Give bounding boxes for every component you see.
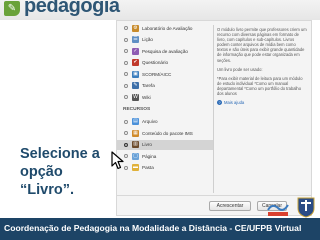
option-label: Questionário — [142, 60, 169, 65]
radio-button[interactable] — [124, 131, 128, 135]
radio-button[interactable] — [124, 95, 128, 99]
logo-text: pedagogia — [24, 0, 120, 17]
slide-header: ✎ pedagogia — [0, 0, 320, 20]
description-paragraph-1: O módulo livro permite que professores c… — [217, 27, 307, 63]
radio-button[interactable] — [124, 49, 128, 53]
option-workshop[interactable]: ⚙ Laboratório de Avaliação — [117, 23, 213, 33]
footer-bar: Coordenação de Pedagogia na Modalidade a… — [0, 218, 320, 240]
pedagogia-logo-icon: ✎ — [4, 1, 20, 16]
option-label: Pasta — [142, 165, 154, 170]
workshop-icon: ⚙ — [132, 24, 139, 32]
radio-button[interactable] — [124, 37, 128, 42]
radio-button[interactable] — [124, 72, 128, 76]
description-paragraph-2: Um livro pode ser usado: — [217, 66, 263, 72]
radio-button[interactable] — [124, 26, 128, 30]
option-page[interactable]: ▢ Página — [117, 151, 213, 161]
option-folder[interactable]: ▬ Pasta — [117, 163, 213, 173]
option-wiki[interactable]: W Wiki — [117, 92, 213, 102]
resources-heading: RECURSOS — [123, 106, 151, 112]
option-label: Página — [142, 153, 157, 159]
option-label: Pesquisa de avaliação — [142, 48, 188, 54]
footer-text: Coordenação de Pedagogia na Modalidade a… — [4, 223, 302, 233]
arrow-pointer-icon — [111, 151, 124, 170]
add-button[interactable]: Acrescentar — [209, 201, 251, 211]
description-paragraph-3: *Para exibir material de leitura para um… — [217, 75, 303, 97]
book-icon: ▥ — [132, 141, 139, 148]
option-label: SCORM/AICC — [142, 71, 172, 77]
lesson-icon: ☰ — [132, 36, 139, 43]
option-label: Conteúdo do pacote IMS — [142, 130, 193, 136]
radio-button[interactable] — [124, 83, 128, 88]
option-label: Tarefa — [142, 83, 155, 88]
radio-button[interactable] — [124, 60, 128, 65]
option-quiz[interactable]: ✔ Questionário — [117, 58, 213, 68]
wiki-icon: W — [132, 93, 139, 101]
option-label: Arquivo — [142, 119, 158, 124]
option-file[interactable]: ▤ Arquivo — [117, 117, 213, 127]
module-description: O módulo livro permite que professores c… — [217, 27, 307, 106]
column-divider — [213, 25, 214, 193]
option-label: Laboratório de Avaliação — [142, 25, 193, 31]
option-label: Lição — [142, 37, 153, 42]
ims-package-icon: ▦ — [132, 129, 139, 137]
radio-button[interactable] — [124, 119, 128, 124]
option-label: Livro — [142, 142, 152, 147]
survey-icon: ✓ — [132, 47, 139, 55]
option-survey[interactable]: ✓ Pesquisa de avaliação — [117, 46, 213, 56]
option-book[interactable]: ▥ Livro — [117, 139, 213, 150]
assignment-icon: ✎ — [132, 82, 139, 89]
uab-logo-icon — [267, 204, 289, 216]
option-assignment[interactable]: ✎ Tarefa — [117, 81, 213, 91]
folder-icon: ▬ — [132, 164, 139, 171]
option-lesson[interactable]: ☰ Lição — [117, 35, 213, 45]
scorm-icon: ▣ — [132, 70, 139, 78]
ufpb-logo-icon — [297, 197, 315, 218]
instruction-line-2: “Livro”. — [20, 182, 74, 198]
add-activity-dialog: ⚙ Laboratório de Avaliação ☰ Lição ✓ Pesquisa… — [116, 20, 312, 216]
file-icon: ▤ — [132, 118, 139, 125]
quiz-icon: ✔ — [132, 59, 139, 66]
help-icon: ? — [217, 100, 222, 106]
page-icon: ▢ — [132, 152, 139, 160]
option-scorm[interactable]: ▣ SCORM/AICC — [117, 69, 213, 79]
option-label: Wiki — [142, 94, 151, 100]
option-ims-package[interactable]: ▦ Conteúdo do pacote IMS — [117, 128, 213, 138]
more-help-link[interactable]: ? Mais ajuda — [217, 100, 307, 106]
more-help-label: Mais ajuda — [224, 100, 245, 106]
